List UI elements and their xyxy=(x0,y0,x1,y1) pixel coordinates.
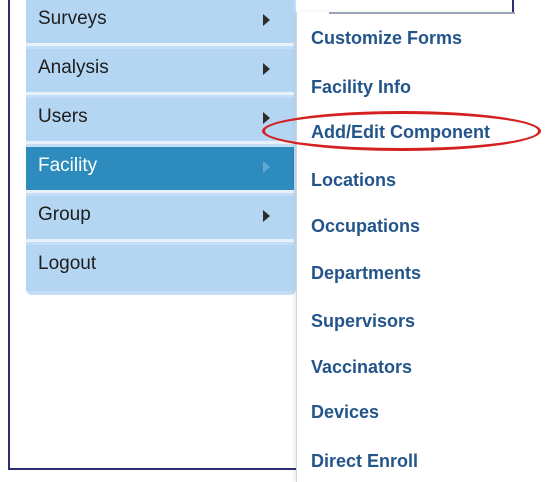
menu-item-surveys[interactable]: Surveys xyxy=(26,0,294,46)
menu-item-facility[interactable]: Facility xyxy=(26,147,294,193)
submenu-item-facility-info[interactable]: Facility Info xyxy=(311,77,411,107)
submenu-arrow-icon xyxy=(263,14,270,26)
menu-item-logout[interactable]: Logout xyxy=(26,245,294,291)
submenu-arrow-icon xyxy=(263,63,270,75)
submenu-item-occupations[interactable]: Occupations xyxy=(311,216,420,246)
menu-item-label: Logout xyxy=(38,253,97,274)
submenu-arrow-icon xyxy=(263,161,270,173)
submenu-item-departments[interactable]: Departments xyxy=(311,263,421,293)
submenu-item-locations[interactable]: Locations xyxy=(311,170,396,200)
menu-item-label: Facility xyxy=(38,155,98,176)
submenu-item-add-edit-component[interactable]: Add/Edit Component xyxy=(311,122,490,152)
menu-item-label: Surveys xyxy=(38,8,107,29)
submenu-arrow-icon xyxy=(263,210,270,222)
submenu-item-supervisors[interactable]: Supervisors xyxy=(311,311,415,341)
menu-item-users[interactable]: Users xyxy=(26,98,294,144)
menu-item-analysis[interactable]: Analysis xyxy=(26,49,294,95)
submenu-top-border xyxy=(329,12,515,22)
submenu-arrow-icon xyxy=(263,112,270,124)
submenu-item-customize-forms[interactable]: Customize Forms xyxy=(311,28,462,58)
menu-item-group[interactable]: Group xyxy=(26,196,294,242)
menu-item-label: Group xyxy=(38,204,91,225)
facility-submenu: Customize Forms Facility Info Add/Edit C… xyxy=(296,12,515,482)
main-menu: Surveys Analysis Users Facility Group Lo… xyxy=(26,0,296,295)
submenu-item-vaccinators[interactable]: Vaccinators xyxy=(311,357,412,387)
submenu-item-devices[interactable]: Devices xyxy=(311,402,379,432)
menu-item-label: Users xyxy=(38,106,88,127)
menu-item-label: Analysis xyxy=(38,57,109,78)
